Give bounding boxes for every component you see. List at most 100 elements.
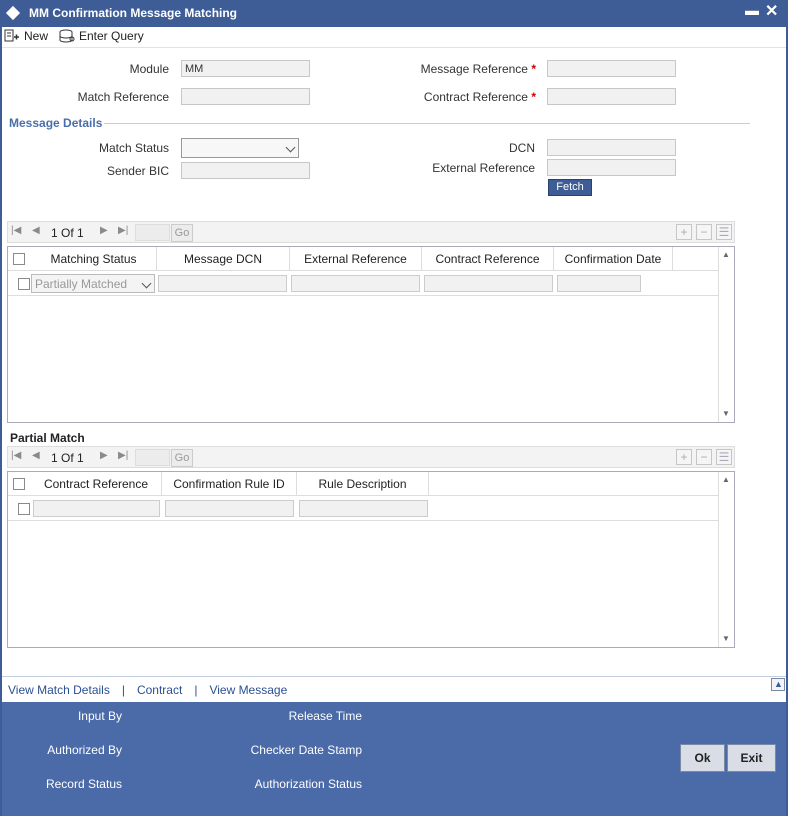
module-field[interactable]: MM	[181, 60, 310, 77]
view-message-link[interactable]: View Message	[209, 683, 287, 697]
external-reference-cell[interactable]	[291, 275, 420, 292]
release-time-label: Release Time	[288, 709, 362, 723]
scroll-down-icon[interactable]: ▼	[722, 409, 730, 418]
new-icon	[4, 29, 19, 42]
last-page-icon[interactable]: ▶|	[118, 225, 128, 236]
rule-description-cell[interactable]	[299, 500, 428, 517]
match-reference-label: Match Reference	[77, 90, 169, 104]
grid2-page-info: 1 Of 1	[51, 451, 84, 465]
grid2-table: Contract Reference Confirmation Rule ID …	[7, 471, 735, 648]
exit-button[interactable]: Exit	[727, 744, 776, 772]
grid2-scrollbar[interactable]: ▲ ▼	[718, 472, 734, 647]
column-header[interactable]: Contract Reference	[422, 247, 554, 271]
scroll-up-icon[interactable]: ▲	[722, 475, 730, 484]
chevron-down-icon	[285, 142, 296, 153]
contract-reference-cell[interactable]	[424, 275, 553, 292]
dcn-label: DCN	[509, 141, 535, 155]
grid2-header: Contract Reference Confirmation Rule ID …	[8, 472, 718, 496]
module-label: Module	[129, 62, 169, 76]
match-reference-field[interactable]	[181, 88, 310, 105]
input-by-label: Input By	[77, 709, 122, 723]
confirmation-rule-id-cell[interactable]	[165, 500, 294, 517]
fetch-button[interactable]: Fetch	[548, 179, 592, 196]
column-header[interactable]: Confirmation Rule ID	[162, 472, 297, 496]
chevron-down-icon	[141, 278, 152, 289]
scroll-up-icon[interactable]: ▲	[722, 250, 730, 259]
links-divider	[2, 676, 786, 677]
row-checkbox[interactable]	[18, 503, 30, 515]
enter-query-button[interactable]: Enter Query	[59, 28, 144, 44]
select-all-checkbox[interactable]	[13, 253, 25, 265]
add-row-icon[interactable]: +	[676, 224, 692, 240]
table-row: Partially Matched	[8, 272, 718, 296]
single-view-icon[interactable]: ☰	[716, 224, 732, 240]
matching-status-value: Partially Matched	[35, 277, 128, 291]
column-header[interactable]: Message DCN	[157, 247, 290, 271]
page-total: 1	[77, 226, 84, 240]
authorized-by-label: Authorized By	[47, 743, 122, 757]
close-icon[interactable]: ✕	[765, 1, 778, 21]
section-divider	[104, 123, 750, 124]
prev-page-icon[interactable]: ◀	[32, 450, 40, 461]
message-details-title: Message Details	[9, 116, 103, 130]
required-mark: *	[531, 90, 536, 104]
scroll-down-icon[interactable]: ▼	[722, 634, 730, 643]
grid1-header: Matching Status Message DCN External Ref…	[8, 247, 718, 271]
page-of: Of	[61, 451, 74, 465]
contract-reference-cell[interactable]	[33, 500, 160, 517]
page-number-input[interactable]	[135, 224, 170, 241]
message-reference-field[interactable]	[547, 60, 676, 77]
window-icon	[5, 5, 21, 21]
new-label: New	[24, 29, 49, 43]
view-match-details-link[interactable]: View Match Details	[8, 683, 110, 697]
match-status-select[interactable]	[181, 138, 299, 158]
contract-reference-field[interactable]	[547, 88, 676, 105]
last-page-icon[interactable]: ▶|	[118, 450, 128, 461]
grid1-table: Matching Status Message DCN External Ref…	[7, 246, 735, 423]
page-total: 1	[77, 451, 84, 465]
ok-button[interactable]: Ok	[680, 744, 725, 772]
prev-page-icon[interactable]: ◀	[32, 225, 40, 236]
column-header[interactable]: Confirmation Date	[554, 247, 673, 271]
column-header[interactable]: Rule Description	[297, 472, 429, 496]
message-reference-label: Message Reference *	[380, 62, 536, 76]
table-row	[8, 497, 718, 521]
minimize-icon[interactable]: ▬	[745, 2, 759, 18]
delete-row-icon[interactable]: −	[696, 449, 712, 465]
page-current: 1	[51, 226, 58, 240]
sender-bic-field[interactable]	[181, 162, 310, 179]
link-separator: |	[194, 683, 198, 697]
first-page-icon[interactable]: |◀	[11, 225, 21, 236]
contract-link[interactable]: Contract	[137, 683, 182, 697]
window-title: MM Confirmation Message Matching	[29, 6, 238, 20]
grid1-navbar: |◀ ◀ 1 Of 1 ▶ ▶| Go + − ☰	[7, 221, 735, 243]
row-checkbox[interactable]	[18, 278, 30, 290]
next-page-icon[interactable]: ▶	[100, 225, 108, 236]
go-button[interactable]: Go	[171, 449, 193, 467]
contract-reference-label: Contract Reference *	[380, 90, 536, 104]
enter-query-label: Enter Query	[79, 29, 144, 43]
matching-status-select[interactable]: Partially Matched	[31, 274, 155, 293]
column-header[interactable]: External Reference	[290, 247, 422, 271]
collapse-footer-button[interactable]: ▲	[771, 678, 785, 691]
add-row-icon[interactable]: +	[676, 449, 692, 465]
select-all-checkbox[interactable]	[13, 478, 25, 490]
go-button[interactable]: Go	[171, 224, 193, 242]
external-reference-field[interactable]	[547, 159, 676, 176]
column-header[interactable]: Matching Status	[31, 247, 157, 271]
page-number-input[interactable]	[135, 449, 170, 466]
delete-row-icon[interactable]: −	[696, 224, 712, 240]
dcn-field[interactable]	[547, 139, 676, 156]
title-bar: MM Confirmation Message Matching ▬ ✕	[0, 0, 788, 27]
column-header[interactable]: Contract Reference	[31, 472, 162, 496]
next-page-icon[interactable]: ▶	[100, 450, 108, 461]
collapse-up-icon: ▲	[774, 679, 783, 689]
single-view-icon[interactable]: ☰	[716, 449, 732, 465]
confirmation-date-cell[interactable]	[557, 275, 641, 292]
page-of: Of	[61, 226, 74, 240]
grid1-scrollbar[interactable]: ▲ ▼	[718, 247, 734, 422]
first-page-icon[interactable]: |◀	[11, 450, 21, 461]
new-button[interactable]: New	[4, 28, 48, 44]
external-reference-label: External Reference	[432, 161, 535, 175]
message-dcn-cell[interactable]	[158, 275, 287, 292]
